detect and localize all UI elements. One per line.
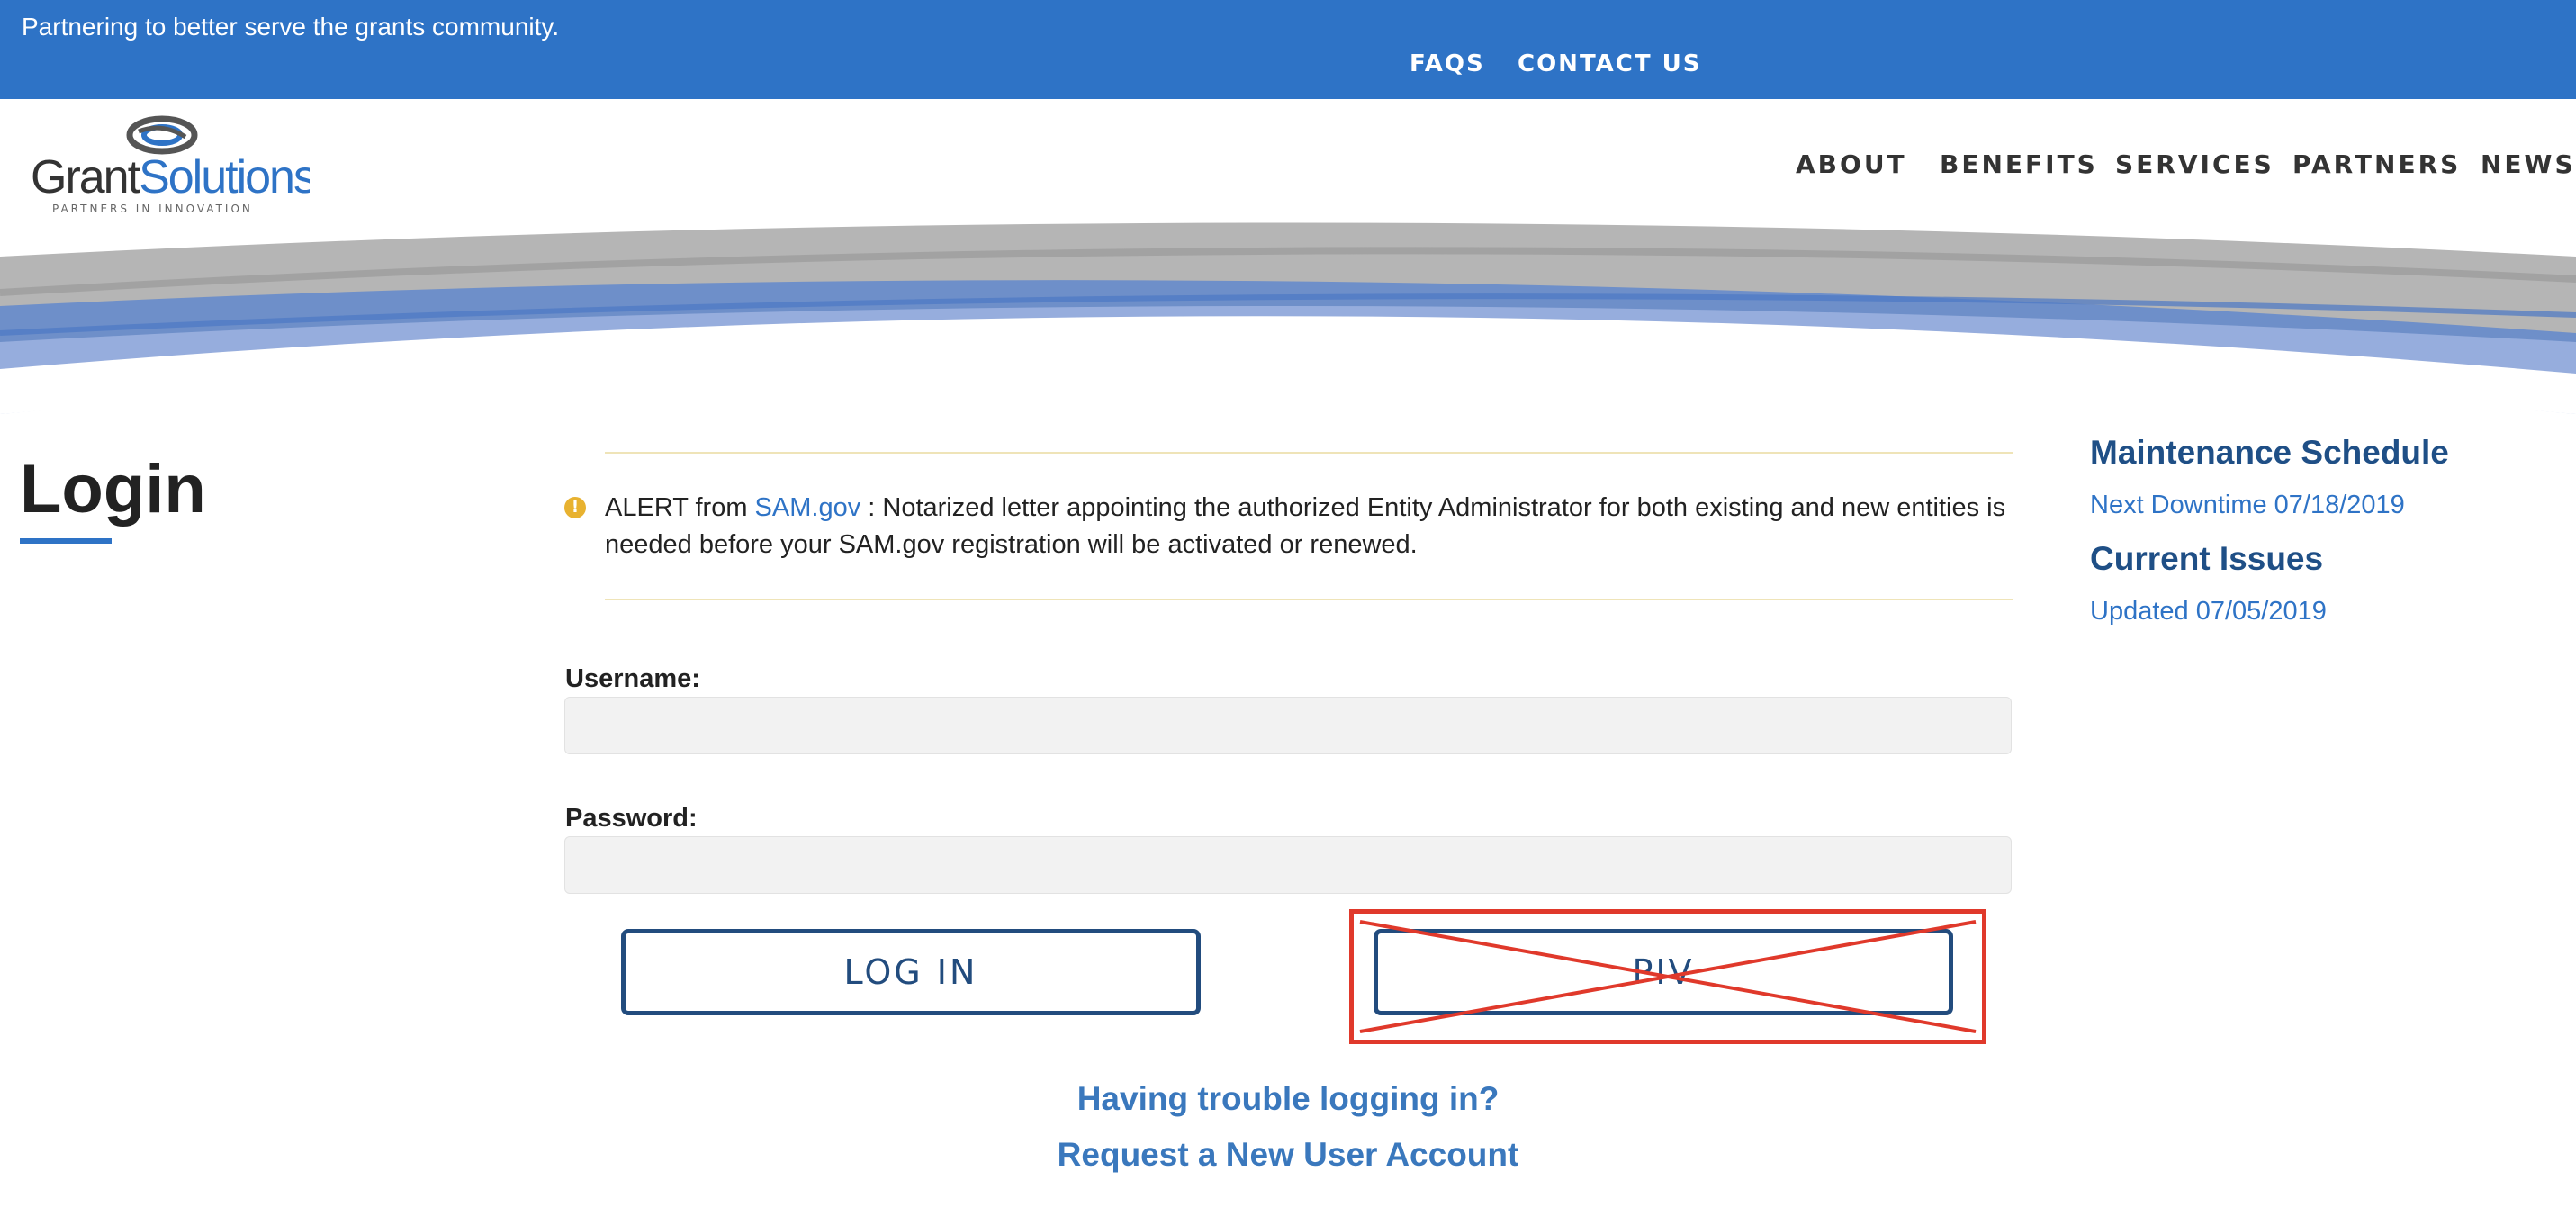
nav-services[interactable]: SERVICES — [2115, 149, 2274, 179]
alert-icon: ! — [564, 497, 586, 518]
nav-partners[interactable]: PARTNERS — [2292, 149, 2461, 179]
password-input[interactable] — [564, 836, 2012, 894]
top-bar: Partnering to better serve the grants co… — [0, 0, 2576, 99]
alert-message: ALERT from SAM.gov : Notarized letter ap… — [605, 490, 2016, 563]
help-request-row: Request a New User Account — [0, 1136, 2576, 1174]
alert-top-divider — [605, 452, 2013, 454]
current-issues-heading: Current Issues — [2090, 540, 2324, 577]
username-input[interactable] — [564, 697, 2012, 754]
trouble-logging-in-link[interactable]: Having trouble logging in? — [1077, 1080, 1500, 1117]
request-account-link[interactable]: Request a New User Account — [1058, 1136, 1519, 1173]
nav-benefits[interactable]: BENEFITS — [1940, 149, 2098, 179]
alert-prefix: ALERT from — [605, 493, 755, 522]
login-button[interactable]: LOG IN — [621, 929, 1201, 1015]
page-title: Login — [20, 451, 206, 527]
maintenance-heading: Maintenance Schedule — [2090, 434, 2449, 471]
contact-us-link[interactable]: CONTACT US — [1518, 50, 1702, 77]
alert-bottom-divider — [605, 599, 2013, 600]
username-label: Username: — [565, 664, 700, 693]
issues-updated-link[interactable]: Updated 07/05/2019 — [2090, 597, 2327, 627]
header-swoosh — [0, 222, 2576, 414]
nav-news[interactable]: NEWS — [2481, 149, 2576, 179]
title-underline — [20, 538, 112, 544]
password-label: Password: — [565, 804, 698, 833]
sam-gov-link[interactable]: SAM.gov — [755, 493, 861, 522]
piv-annotation-frame — [1349, 909, 1986, 1044]
faqs-link[interactable]: FAQS — [1410, 50, 1485, 77]
next-downtime-link[interactable]: Next Downtime 07/18/2019 — [2090, 491, 2405, 520]
help-trouble-row: Having trouble logging in? — [0, 1080, 2576, 1118]
grantsolutions-logo[interactable]: GrantSolutions PARTNERS IN INNOVATION — [31, 113, 310, 214]
nav-about[interactable]: ABOUT — [1796, 149, 1907, 179]
site-tagline: Partnering to better serve the grants co… — [22, 13, 560, 41]
svg-text:GrantSolutions: GrantSolutions — [31, 151, 310, 203]
